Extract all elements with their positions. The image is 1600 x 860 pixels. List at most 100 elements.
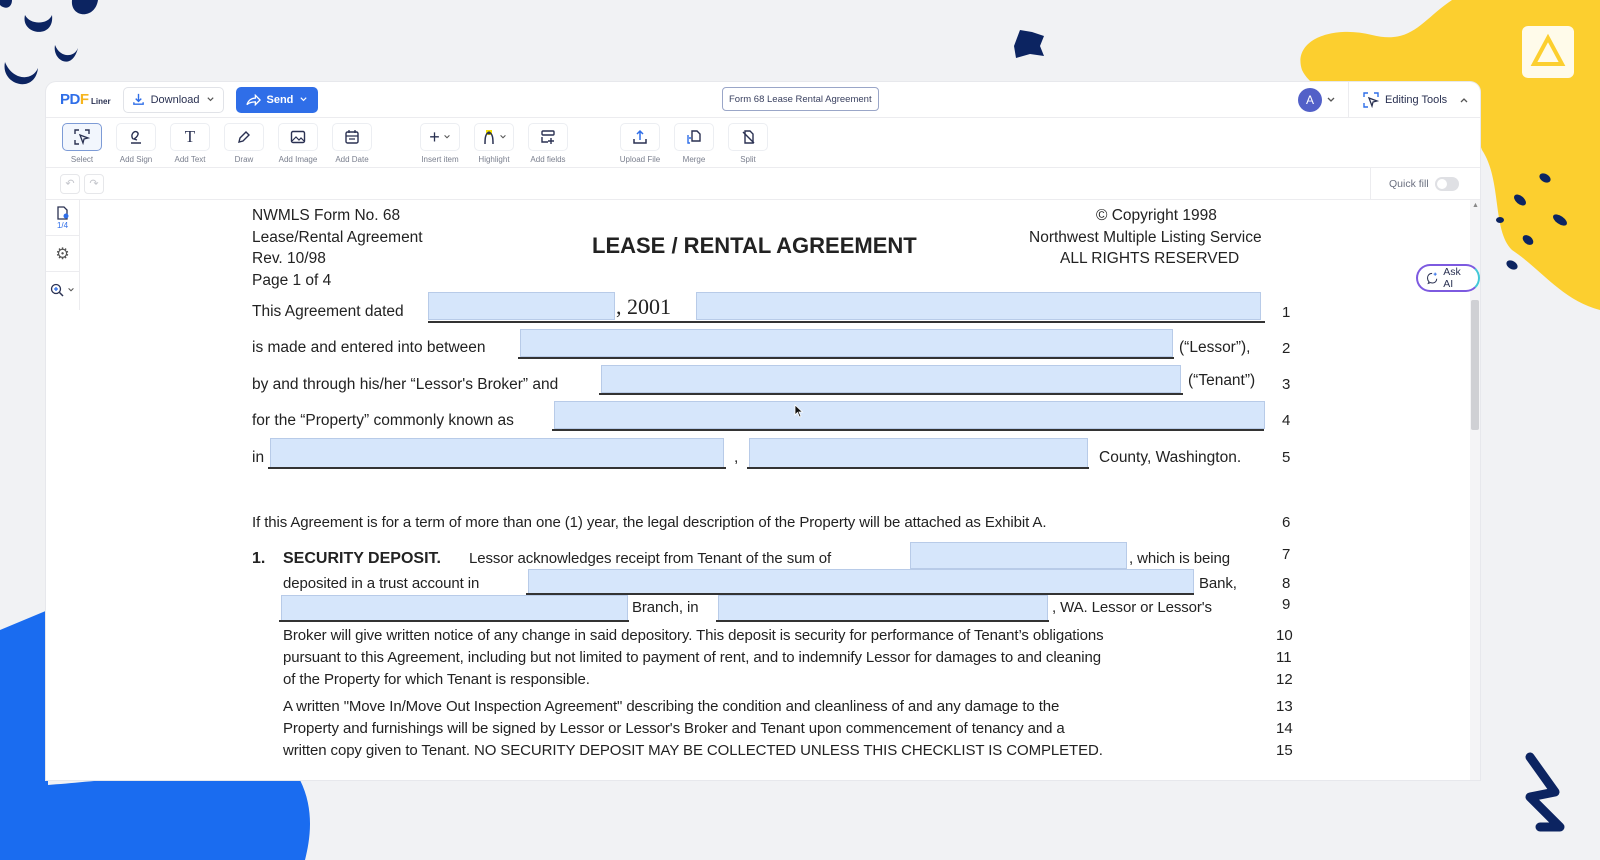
chevron-down-icon[interactable]	[1326, 95, 1336, 105]
line-5b-underline	[747, 467, 1089, 469]
branch-field[interactable]	[281, 595, 628, 621]
decorative-star	[1014, 30, 1044, 58]
scrollbar-thumb[interactable]	[1471, 300, 1479, 430]
line-10-text: Broker will give written notice of any c…	[283, 627, 1104, 644]
bank-name-field[interactable]	[528, 569, 1194, 594]
agreement-date-field[interactable]	[428, 292, 615, 320]
ask-ai-label: Ask AI	[1443, 266, 1461, 290]
pdfliner-logo[interactable]: PD F Liner	[60, 91, 111, 108]
deposit-sum-field[interactable]	[910, 542, 1127, 569]
line-5-comma: ,	[734, 449, 739, 466]
tool-add-image[interactable]: Add Image	[276, 123, 320, 164]
download-label: Download	[150, 93, 200, 106]
send-arrow-icon	[245, 93, 261, 106]
gear-icon: ⚙	[55, 245, 70, 263]
tool-select[interactable]: Select	[60, 123, 104, 164]
tool-add-date[interactable]: Add Date	[330, 123, 374, 164]
line-number: 11	[1276, 649, 1292, 666]
copyright-line: © Copyright 1998	[1096, 207, 1217, 224]
editing-tools-label: Editing Tools	[1385, 94, 1448, 106]
line-number: 10	[1276, 627, 1293, 644]
ai-chat-sparkle-icon	[1427, 272, 1438, 285]
tool-insert-item[interactable]: + Insert item	[418, 123, 462, 164]
settings-button[interactable]: ⚙	[46, 236, 79, 272]
line-number: 5	[1282, 449, 1291, 466]
calendar-icon	[345, 130, 359, 144]
signature-icon	[131, 130, 141, 144]
ask-ai-button[interactable]: Ask AI	[1416, 264, 1480, 292]
line-9-suffix: , WA. Lessor or Lessor's	[1052, 599, 1212, 616]
copyright-holder: Northwest Multiple Listing Service	[1029, 229, 1262, 246]
section-1-number: 1.	[252, 550, 266, 567]
county-field[interactable]	[749, 438, 1088, 468]
quick-fill-toggle[interactable]	[1434, 177, 1459, 191]
line-number: 9	[1282, 596, 1291, 613]
line-3-label: by and through his/her “Lessor's Broker”…	[252, 376, 559, 393]
chevron-down-icon	[499, 135, 506, 139]
tool-upload-file[interactable]: Upload File	[618, 123, 662, 164]
select-cursor-icon	[1363, 92, 1379, 108]
tool-split[interactable]: Split	[726, 123, 770, 164]
tenant-name-field[interactable]	[601, 365, 1181, 393]
document-title-field[interactable]: Form 68 Lease Rental Agreement	[722, 87, 879, 111]
branch-city-field[interactable]	[718, 595, 1048, 621]
line-14-text: Property and furnishings will be signed …	[283, 720, 1065, 737]
tool-highlight[interactable]: Highlight	[472, 123, 516, 164]
page-thumbnails-button[interactable]: 1/4	[46, 200, 79, 236]
upload-icon	[633, 129, 647, 144]
select-cursor-icon	[74, 129, 90, 145]
rights-reserved: ALL RIGHTS RESERVED	[1060, 250, 1240, 267]
line-8-label: deposited in a trust account in	[283, 575, 480, 592]
line-7-suffix: , which is being	[1129, 550, 1230, 567]
line-number: 12	[1276, 671, 1293, 688]
redo-button[interactable]: ↷	[84, 173, 104, 194]
page-counter: 1/4	[56, 220, 69, 230]
tool-add-fields[interactable]: Add fields	[526, 123, 570, 164]
chevron-up-icon	[1460, 98, 1468, 103]
download-button[interactable]: Download	[122, 86, 224, 113]
line-number: 1	[1282, 304, 1291, 321]
send-button[interactable]: Send	[235, 86, 319, 113]
city-field[interactable]	[270, 438, 724, 468]
document-heading: LEASE / RENTAL AGREEMENT	[592, 233, 917, 258]
user-avatar[interactable]: A	[1298, 88, 1322, 112]
highlighter-icon	[483, 130, 494, 145]
download-icon	[132, 93, 144, 105]
image-icon	[290, 130, 306, 144]
line-2-underline	[518, 357, 1174, 359]
chevron-down-icon	[206, 97, 214, 102]
line-7-text: Lessor acknowledges receipt from Tenant …	[469, 550, 832, 567]
zoom-button[interactable]	[46, 272, 79, 308]
lessor-name-field[interactable]	[520, 329, 1173, 357]
split-icon	[742, 130, 755, 144]
line-number: 6	[1282, 514, 1291, 531]
pdf-editor-window: PD F Liner Download Send Form 68 Lease Ren…	[46, 82, 1480, 780]
decorative-dashes	[1496, 173, 1567, 270]
tool-merge[interactable]: Merge	[672, 123, 716, 164]
property-address-field[interactable]	[554, 401, 1265, 429]
line-1-label: This Agreement dated	[252, 303, 404, 320]
tool-add-sign[interactable]: Add Sign	[114, 123, 158, 164]
section-1-heading: SECURITY DEPOSIT.	[283, 550, 441, 567]
text-icon: T	[184, 127, 196, 146]
tool-add-text[interactable]: T Add Text	[168, 123, 212, 164]
tool-draw[interactable]: Draw	[222, 123, 266, 164]
page-preview-icon	[56, 205, 68, 220]
line-2-label: is made and entered into between	[252, 339, 486, 356]
chevron-down-icon	[443, 135, 450, 139]
undo-button[interactable]: ↶	[60, 173, 80, 194]
pen-icon	[238, 131, 250, 143]
line-9a-underline	[279, 620, 629, 622]
editing-toolbar: Select Add Sign T Add Text Draw Add Imag…	[46, 118, 1480, 168]
line-number: 4	[1282, 412, 1291, 429]
agreement-date-continued-field[interactable]	[696, 292, 1261, 320]
line-1-underline	[428, 321, 1265, 323]
form-revision: Rev. 10/98	[252, 250, 326, 267]
line-4-label: for the “Property” commonly known as	[252, 412, 514, 429]
line-5-label: in	[252, 449, 265, 466]
scroll-up-arrow-icon[interactable]: ▲	[1472, 202, 1479, 209]
line-5a-underline	[268, 467, 726, 469]
editing-tools-toggle[interactable]: Editing Tools	[1348, 82, 1480, 118]
line-12-text: of the Property for which Tenant is resp…	[283, 671, 590, 688]
add-fields-icon	[541, 130, 555, 144]
